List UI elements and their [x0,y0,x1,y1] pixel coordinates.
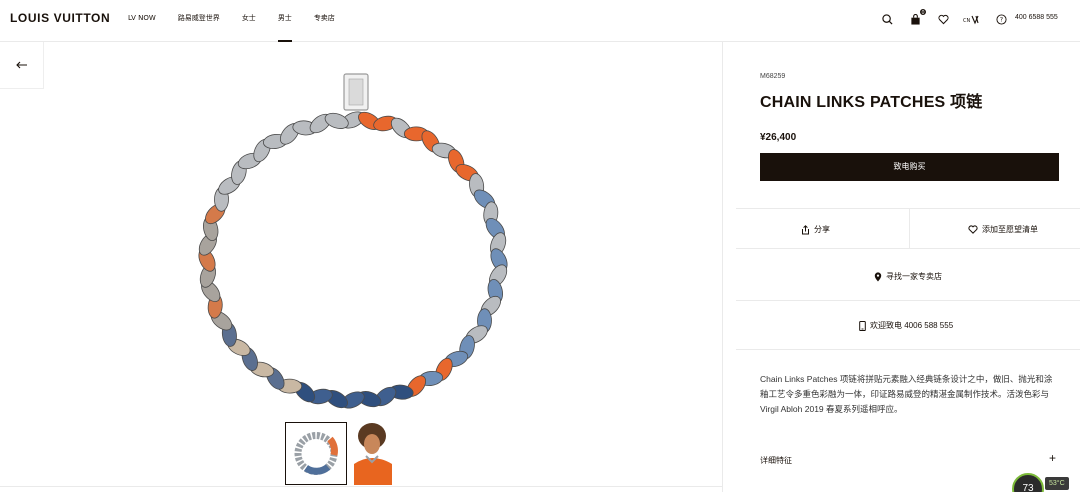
back-button[interactable] [0,42,44,89]
nav-women[interactable]: 女士 [242,0,256,42]
svg-text:?: ? [999,15,1002,23]
share-label: 分享 [814,225,830,234]
temperature-readout: 53°C [1045,477,1069,490]
site-header: LOUIS VUITTON LV NOW 路易威登世界 女士 男士 专卖店 0 … [0,0,1080,42]
nav-men[interactable]: 男士 [277,0,292,42]
gallery-bottom-line [0,486,722,487]
help-icon[interactable]: ? [994,12,1008,26]
thumbnail-model[interactable] [348,422,410,485]
nav-lv-now[interactable]: LV NOW [128,0,156,42]
shopping-bag-icon[interactable]: 0 [908,8,927,26]
expand-icon[interactable]: + [1049,451,1056,465]
row-divider [736,208,1080,209]
cart-count-badge: 0 [919,8,927,16]
search-icon[interactable] [880,12,894,26]
row-divider [736,300,1080,301]
system-monitor-widget: 73 53°C [1012,473,1080,492]
product-panel: M68259 CHAIN LINKS PATCHES 项链 ¥26,400 致电… [723,42,1080,492]
find-store-link[interactable]: 寻找一家专卖店 [874,271,942,282]
clasp-inner [348,78,364,106]
call-us-label: 欢迎致电 4006 588 555 [870,321,954,330]
language-icon[interactable]: CN [962,12,982,26]
product-image[interactable] [44,42,722,422]
product-description: Chain Links Patches 项链将拼贴元素融入经典链条设计之中，做旧… [760,374,1053,414]
arrow-left-icon [15,61,27,69]
header-phone[interactable]: 400 6588 555 [1015,14,1058,21]
nav-world[interactable]: 路易威登世界 [178,0,220,42]
heart-icon [968,225,978,234]
share-button[interactable]: 分享 [801,224,830,235]
add-to-wishlist-button[interactable]: 添加至愿望清单 [968,224,1038,235]
find-store-label: 寻找一家专卖店 [886,272,942,281]
svg-text:CN: CN [963,18,970,24]
main-nav: LV NOW 路易威登世界 女士 男士 专卖店 [128,0,357,42]
row-divider [736,349,1080,350]
nav-stores[interactable]: 专卖店 [314,0,335,42]
details-label[interactable]: 详细特征 [760,455,792,466]
share-icon [802,224,809,234]
product-title: CHAIN LINKS PATCHES 项链 [760,94,983,111]
thumbnail-necklace[interactable] [285,422,347,485]
product-price: ¥26,400 [760,132,797,143]
phone-icon [859,320,866,331]
gauge-value: 73 [1012,473,1044,492]
product-sku: M68259 [760,73,786,80]
brand-logo[interactable]: LOUIS VUITTON [10,11,110,25]
call-to-buy-button[interactable]: 致电购买 [760,153,1059,181]
wishlist-label: 添加至愿望清单 [982,225,1038,234]
row-divider [736,248,1080,249]
call-us-link[interactable]: 欢迎致电 4006 588 555 [859,320,953,331]
action-split [909,208,910,248]
location-pin-icon [874,271,882,281]
wishlist-icon[interactable] [936,12,950,26]
